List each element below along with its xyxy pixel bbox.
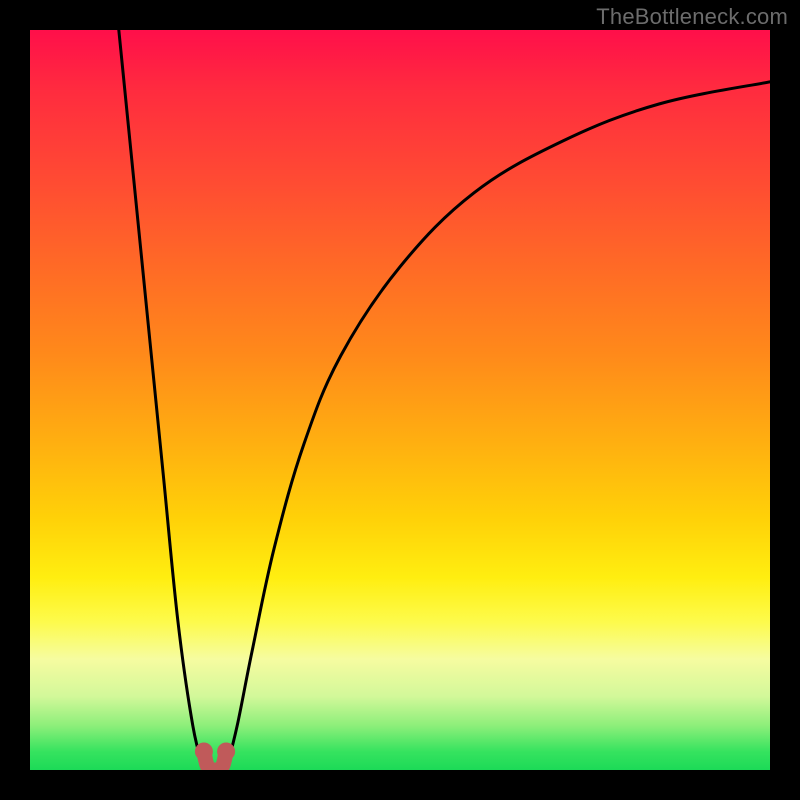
chart-frame: TheBottleneck.com [0, 0, 800, 800]
valley-marker-dot-right [217, 743, 235, 761]
curve-right-branch [226, 82, 770, 770]
watermark-text: TheBottleneck.com [596, 4, 788, 30]
plot-area [30, 30, 770, 770]
curve-layer [119, 30, 770, 770]
bottleneck-curve-svg [30, 30, 770, 770]
curve-left-branch [119, 30, 204, 770]
valley-marker-dot-left [195, 743, 213, 761]
